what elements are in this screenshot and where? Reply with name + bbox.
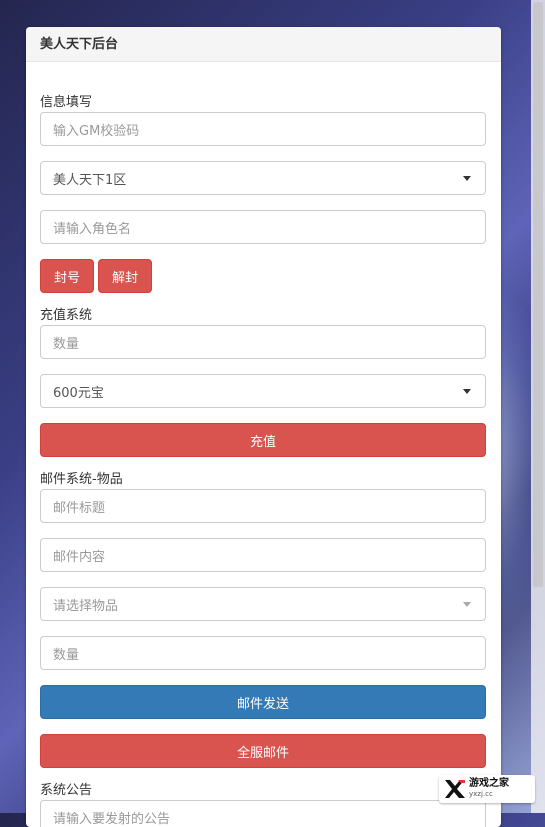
notice-section-label: 系统公告 <box>40 783 93 798</box>
mail-title-input[interactable]: 邮件标题 <box>40 489 486 523</box>
admin-panel: 美人天下后台 信息填写 输入GM校验码 美人天下1区 请输入角色名 封号 解封 … <box>26 27 501 827</box>
notice-placeholder: 请输入要发射的公告 <box>53 811 171 827</box>
notice-input[interactable]: 请输入要发射的公告 <box>40 800 486 827</box>
mail-content-input[interactable]: 邮件内容 <box>40 538 486 572</box>
caret-down-icon <box>463 388 471 394</box>
item-select-placeholder: 请选择物品 <box>53 598 119 614</box>
caret-down-icon <box>463 175 471 181</box>
send-mail-button[interactable]: 邮件发送 <box>40 685 486 719</box>
recharge-section-label: 充值系统 <box>40 308 93 323</box>
server-selected-value: 美人天下1区 <box>53 172 127 188</box>
mail-amount-placeholder: 数量 <box>53 647 80 663</box>
watermark-name: 游戏之家 <box>469 778 509 789</box>
mail-section-label: 邮件系统-物品 <box>40 472 123 487</box>
scrollbar-track[interactable] <box>531 0 545 813</box>
ban-button[interactable]: 封号 <box>40 259 94 293</box>
mail-amount-input[interactable]: 数量 <box>40 636 486 670</box>
server-select[interactable]: 美人天下1区 <box>40 161 486 195</box>
panel-title: 美人天下后台 <box>26 27 501 62</box>
package-select[interactable]: 600元宝 <box>40 374 486 408</box>
recharge-button[interactable]: 充值 <box>40 423 486 457</box>
unban-button[interactable]: 解封 <box>98 259 152 293</box>
info-section-label: 信息填写 <box>40 95 93 110</box>
recharge-amount-placeholder: 数量 <box>53 336 80 352</box>
yx-logo-icon <box>443 777 467 801</box>
ban-button-group: 封号 解封 <box>40 259 487 293</box>
role-name-input[interactable]: 请输入角色名 <box>40 210 486 244</box>
mail-content-placeholder: 邮件内容 <box>53 549 106 565</box>
watermark-url: yxzj.cc <box>469 790 493 798</box>
gm-code-placeholder: 输入GM校验码 <box>53 123 140 139</box>
mail-title-placeholder: 邮件标题 <box>53 500 106 516</box>
panel-body: 信息填写 输入GM校验码 美人天下1区 请输入角色名 封号 解封 充值系统 数量… <box>26 62 501 827</box>
all-server-mail-button[interactable]: 全服邮件 <box>40 734 486 768</box>
recharge-amount-input[interactable]: 数量 <box>40 325 486 359</box>
scrollbar-thumb[interactable] <box>533 2 543 587</box>
package-selected-value: 600元宝 <box>53 385 104 401</box>
site-watermark: 游戏之家 yxzj.cc <box>439 775 535 803</box>
gm-code-input[interactable]: 输入GM校验码 <box>40 112 486 146</box>
caret-down-icon <box>463 601 471 607</box>
item-select[interactable]: 请选择物品 <box>40 587 486 621</box>
role-name-placeholder: 请输入角色名 <box>53 221 132 237</box>
